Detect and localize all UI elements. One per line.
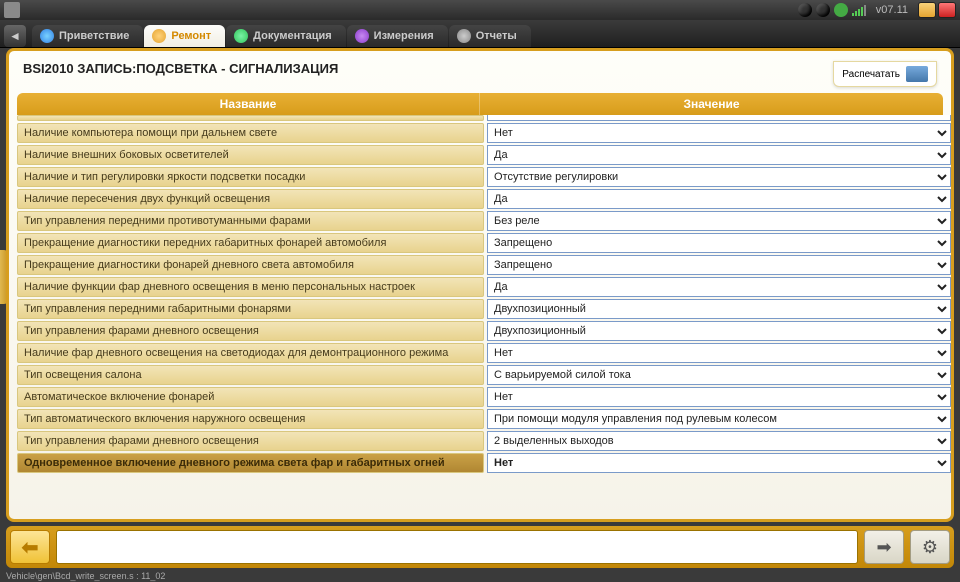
param-name: Наличие фар дневного освещения на светод… [17, 343, 484, 363]
tabs-bar: ◄ Приветствие Ремонт Документация Измерения… [0, 20, 960, 48]
table-row: Наличие внешних боковых осветителейДа [17, 145, 951, 165]
nav-back-button[interactable]: ◄ [4, 25, 26, 47]
param-name: Наличие и тип регулировки яркости подсве… [17, 167, 484, 187]
param-name: Одновременное включение дневного режима … [17, 453, 484, 473]
table-row: Тип управления передними противотуманным… [17, 211, 951, 231]
table-body[interactable]: Наличие компьютера помощи при дальнем св… [17, 115, 951, 515]
settings-button[interactable]: ⚙ [910, 530, 950, 564]
footer-path: Vehicle\gen\Bcd_write_screen.s : 11_02 [6, 571, 165, 581]
main-panel: BSI2010 ЗАПИСЬ:ПОДСВЕТКА - СИГНАЛИЗАЦИЯ … [6, 48, 954, 522]
param-value-select[interactable]: Отсутствие регулировки [487, 167, 951, 187]
minimize-button[interactable] [918, 2, 936, 18]
param-name: Наличие функции фар дневного освещения в… [17, 277, 484, 297]
tab-1[interactable]: Ремонт [144, 25, 225, 47]
table-row: Наличие пересечения двух функций освещен… [17, 189, 951, 209]
param-value-select[interactable]: Да [487, 189, 951, 209]
page-title: BSI2010 ЗАПИСЬ:ПОДСВЕТКА - СИГНАЛИЗАЦИЯ [23, 61, 338, 76]
param-name: Тип управления фарами дневного освещения [17, 321, 484, 341]
param-name: Тип автоматического включения наружного … [17, 409, 484, 429]
tab-4[interactable]: Отчеты [449, 25, 531, 47]
col-name-header: Название [17, 93, 480, 115]
table-row: Тип управления фарами дневного освещения… [17, 431, 951, 451]
param-value-select[interactable]: При помощи модуля управления под рулевым… [487, 409, 951, 429]
param-value-select[interactable]: Двухпозиционный [487, 299, 951, 319]
param-value-select[interactable]: 2 выделенных выходов [487, 431, 951, 451]
param-name: Тип управления передними противотуманным… [17, 211, 484, 231]
param-name: Прекращение диагностики передних габарит… [17, 233, 484, 253]
tab-3[interactable]: Измерения [347, 25, 448, 47]
print-button[interactable]: Распечатать [833, 61, 937, 87]
param-name: Тип управления фарами дневного освещения [17, 431, 484, 451]
tab-icon [152, 29, 166, 43]
param-value-select[interactable]: Двухпозиционный [487, 321, 951, 341]
back-button[interactable]: ⬅ [10, 530, 50, 564]
forward-button[interactable]: ➡ [864, 530, 904, 564]
table-row: Наличие функции фар дневного освещения в… [17, 277, 951, 297]
param-value-select[interactable]: Нет [487, 387, 951, 407]
table-row: Прекращение диагностики передних габарит… [17, 233, 951, 253]
table-row: Тип освещения салонаС варьируемой силой … [17, 365, 951, 385]
param-name: Прекращение диагностики фонарей дневного… [17, 255, 484, 275]
param-value-select[interactable]: Запрещено [487, 255, 951, 275]
signal-icon [852, 4, 866, 16]
param-value-select[interactable]: Нет [487, 453, 951, 473]
tray-icon[interactable] [798, 3, 812, 17]
param-name: Автоматическое включение фонарей [17, 387, 484, 407]
tab-label: Документация [253, 30, 332, 42]
tab-icon [355, 29, 369, 43]
col-value-header: Значение [480, 93, 943, 115]
printer-icon [906, 66, 928, 82]
status-input[interactable] [56, 530, 858, 564]
table-row: Автоматическое включение фонарейНет [17, 387, 951, 407]
tab-0[interactable]: Приветствие [32, 25, 143, 47]
param-name: Наличие пересечения двух функций освещен… [17, 189, 484, 209]
version-label: v07.11 [876, 4, 908, 16]
tray-icon[interactable] [816, 3, 830, 17]
param-value-select[interactable]: Нет [487, 343, 951, 363]
app-logo-icon [4, 2, 20, 18]
table-row: Одновременное включение дневного режима … [17, 453, 951, 473]
tab-label: Приветствие [59, 30, 129, 42]
param-value-select[interactable]: Нет [487, 123, 951, 143]
param-name: Наличие компьютера помощи при дальнем св… [17, 123, 484, 143]
tab-label: Ремонт [171, 30, 211, 42]
table-row: Тип управления фарами дневного освещения… [17, 321, 951, 341]
tab-icon [40, 29, 54, 43]
tab-icon [234, 29, 248, 43]
param-value-select[interactable]: Без реле [487, 211, 951, 231]
table-row: Наличие компьютера помощи при дальнем св… [17, 123, 951, 143]
tab-icon [457, 29, 471, 43]
tab-label: Отчеты [476, 30, 517, 42]
param-value-select[interactable]: Запрещено [487, 233, 951, 253]
bottom-toolbar: ⬅ ➡ ⚙ [6, 526, 954, 568]
table-row: Наличие и тип регулировки яркости подсве… [17, 167, 951, 187]
table-header: Название Значение [17, 93, 943, 115]
param-name: Тип освещения салона [17, 365, 484, 385]
table-row: Тип автоматического включения наружного … [17, 409, 951, 429]
param-value-select[interactable]: Да [487, 145, 951, 165]
print-label: Распечатать [842, 69, 900, 80]
close-button[interactable] [938, 2, 956, 18]
param-name: Наличие внешних боковых осветителей [17, 145, 484, 165]
tab-label: Измерения [374, 30, 434, 42]
table-row: Прекращение диагностики фонарей дневного… [17, 255, 951, 275]
table-row: Тип управления передними габаритными фон… [17, 299, 951, 319]
tab-2[interactable]: Документация [226, 25, 346, 47]
tray-status-icon[interactable] [834, 3, 848, 17]
table-row: Наличие фар дневного освещения на светод… [17, 343, 951, 363]
desktop-taskbar: v07.11 [0, 0, 960, 20]
param-value-select[interactable]: Да [487, 277, 951, 297]
param-name: Тип управления передними габаритными фон… [17, 299, 484, 319]
param-value-select[interactable]: С варьируемой силой тока [487, 365, 951, 385]
